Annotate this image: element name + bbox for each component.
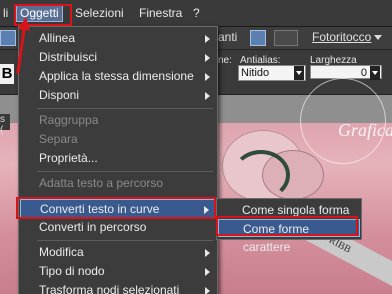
menu-separator [37, 240, 213, 241]
chevron-down-icon[interactable] [374, 35, 382, 40]
menu-item-label: Adatta testo a percorso [39, 176, 164, 190]
menu-item-separa[interactable]: Separa [20, 130, 216, 149]
chevron-right-icon [205, 73, 210, 81]
menu-item-proprieta[interactable]: Proprietà... [20, 149, 216, 168]
menu-separator [37, 171, 213, 172]
menu-file-partial[interactable]: li [0, 5, 11, 21]
image-icon[interactable] [250, 30, 266, 46]
menu-item-tipo-nodo[interactable]: Tipo di nodo [20, 262, 216, 281]
watermark-text: Grafica [338, 120, 392, 140]
annotation-arrow-head [18, 16, 32, 31]
antialias-value: Nitido [241, 67, 270, 79]
stroke-width-value: 0 [360, 67, 367, 79]
annotation-highlight-converti [16, 197, 216, 219]
chevron-right-icon [205, 92, 210, 100]
menu-item-label: Modifica [39, 245, 84, 259]
menu-item-label: Disponi [39, 88, 80, 102]
chevron-right-icon [205, 268, 210, 276]
chevron-right-icon [205, 287, 210, 294]
menu-item-allinea[interactable]: Allinea [20, 29, 216, 48]
menu-item-label: Applica la stessa dimensione [39, 69, 194, 83]
document-tab[interactable]: s ( [0, 114, 10, 136]
chevron-down-icon [370, 66, 380, 80]
chevron-right-icon [205, 249, 210, 257]
annotation-highlight-forme-carattere [216, 216, 358, 236]
menu-help[interactable]: ? [190, 5, 203, 21]
menu-separator [37, 108, 213, 109]
oggetti-menu: Allinea Distribuisci Applica la stessa d… [18, 26, 218, 294]
menu-item-modifica[interactable]: Modifica [20, 243, 216, 262]
menu-item-label: Distribuisci [39, 50, 98, 64]
chevron-right-icon [205, 35, 210, 43]
menu-item-converti-percorso[interactable]: Converti in percorso [20, 218, 216, 237]
toolbar-text-left: anti [218, 30, 238, 44]
menu-item-label: Allinea [39, 31, 76, 45]
layers-dropdown[interactable] [274, 30, 298, 46]
chevron-right-icon [205, 54, 210, 62]
app-window: li Oggetti Selezioni Finestra ? anti Fot… [0, 0, 392, 294]
menu-item-label: Separa [39, 132, 78, 146]
fotoritocco-menu[interactable]: Fotoritocco [312, 30, 371, 44]
menu-item-adatta-testo[interactable]: Adatta testo a percorso [20, 174, 216, 193]
menu-item-disponi[interactable]: Disponi [20, 86, 216, 105]
menu-finestra[interactable]: Finestra [136, 5, 185, 21]
menu-item-trasforma-nodi[interactable]: Trasforma nodi selezionati [20, 281, 216, 294]
menu-item-label: Tipo di nodo [39, 264, 105, 278]
menu-item-label: Trasforma nodi selezionati [39, 283, 180, 294]
menu-item-raggruppa[interactable]: Raggruppa [20, 111, 216, 130]
menu-item-label: Proprietà... [39, 151, 98, 165]
chevron-down-icon [294, 66, 304, 80]
menu-item-distribuisci[interactable]: Distribuisci [20, 48, 216, 67]
menu-item-label: Converti in percorso [39, 220, 147, 234]
stroke-width-input[interactable]: 0 [310, 65, 382, 80]
swirl-decoration [232, 150, 290, 200]
antialias-select[interactable]: Nitido [238, 65, 306, 81]
option-label-left: ne: [218, 55, 232, 66]
menu-item-applica-dimensione[interactable]: Applica la stessa dimensione [20, 67, 216, 86]
menu-selezioni[interactable]: Selezioni [72, 5, 127, 21]
menu-item-label: Raggruppa [39, 113, 99, 127]
bold-button[interactable]: B [0, 64, 14, 84]
toolbar-left-icon[interactable] [0, 30, 16, 46]
